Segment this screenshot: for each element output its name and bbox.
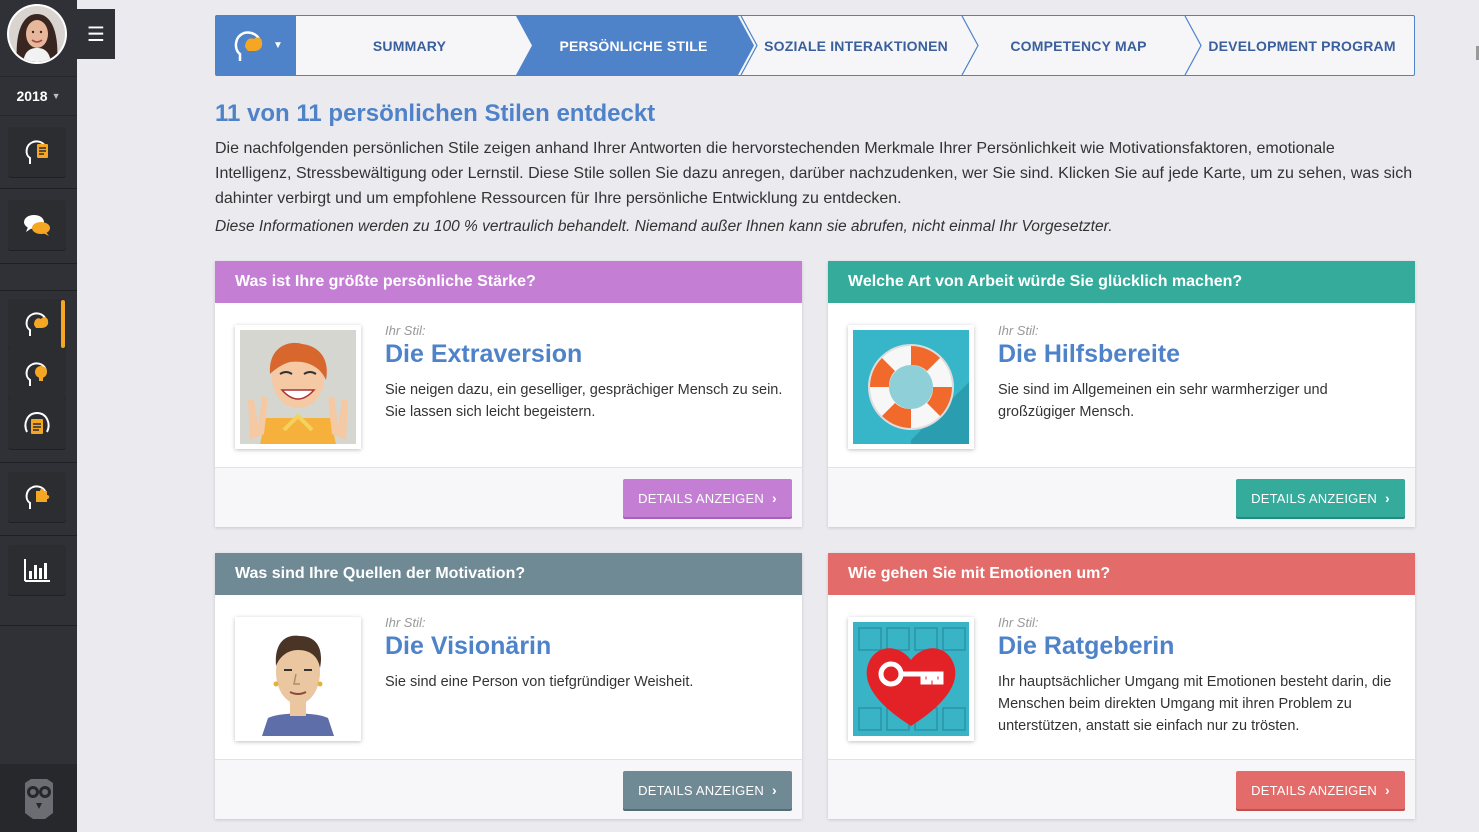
head-strength-icon bbox=[25, 312, 49, 336]
button-label: DETAILS ANZEIGEN bbox=[1251, 782, 1377, 798]
style-description: Sie sind im Allgemeinen ein sehr warmher… bbox=[998, 382, 1328, 420]
card-body: Ihr Stil: Die Extraversion Sie neigen da… bbox=[215, 303, 802, 468]
avatar-photo bbox=[9, 6, 65, 62]
chat-bubbles-icon bbox=[24, 215, 50, 236]
card-illustration bbox=[848, 617, 974, 741]
tab-social-interactions[interactable]: SOZIALE INTERAKTIONEN bbox=[746, 16, 966, 75]
card-body: Ihr Stil: Die Ratgeberin Ihr hauptsächli… bbox=[828, 595, 1415, 760]
owl-logo-icon bbox=[24, 779, 53, 819]
chevron-right-icon: › bbox=[1384, 490, 1390, 506]
card-header: Wie gehen Sie mit Emotionen um? bbox=[828, 553, 1415, 595]
style-title: Die Extraversion bbox=[385, 340, 583, 368]
card-text: Ihr Stil: Die Ratgeberin Ihr hauptsächli… bbox=[998, 615, 1398, 737]
user-avatar[interactable] bbox=[7, 4, 67, 64]
card-illustration bbox=[235, 617, 361, 741]
active-indicator bbox=[61, 300, 65, 348]
card-footer: DETAILS ANZEIGEN › bbox=[828, 468, 1415, 527]
heart-key-illustration bbox=[853, 622, 969, 736]
button-label: DETAILS ANZEIGEN bbox=[638, 782, 764, 798]
intro-section: 11 von 11 persönlichen Stilen entdeckt D… bbox=[215, 100, 1415, 239]
style-label: Ihr Stil: bbox=[385, 615, 426, 630]
assessment-switcher[interactable]: ▼ bbox=[216, 16, 296, 75]
tab-competency-map[interactable]: COMPETENCY MAP bbox=[971, 16, 1186, 75]
card-question: Welche Art von Arbeit würde Sie glücklic… bbox=[848, 273, 1243, 290]
sidebar-item-competency[interactable] bbox=[8, 472, 66, 522]
sidebar-item-assessment[interactable] bbox=[8, 399, 66, 449]
tab-label: DEVELOPMENT PROGRAM bbox=[1208, 37, 1396, 54]
card-illustration bbox=[235, 325, 361, 449]
head-document-icon bbox=[25, 140, 48, 164]
tab-label: SOZIALE INTERAKTIONEN bbox=[764, 37, 948, 54]
visionary-person-illustration bbox=[240, 622, 356, 736]
sidebar-item-chat[interactable] bbox=[8, 200, 66, 250]
style-title: Die Visionärin bbox=[385, 632, 552, 660]
card-illustration bbox=[848, 325, 974, 449]
style-description: Sie sind eine Person von tiefgründiger W… bbox=[385, 674, 694, 690]
card-header: Was ist Ihre größte persönliche Stärke? bbox=[215, 261, 802, 303]
card-footer: DETAILS ANZEIGEN › bbox=[215, 468, 802, 527]
style-card-work[interactable]: Welche Art von Arbeit würde Sie glücklic… bbox=[828, 261, 1415, 527]
privacy-note: Diese Informationen werden zu 100 % vert… bbox=[215, 218, 1113, 235]
card-footer: DETAILS ANZEIGEN › bbox=[828, 760, 1415, 819]
head-lightbulb-icon bbox=[25, 362, 47, 386]
style-title: Die Ratgeberin bbox=[998, 632, 1175, 660]
style-label: Ihr Stil: bbox=[385, 323, 426, 338]
extravert-woman-illustration bbox=[240, 330, 356, 444]
step-navigation: ▼ SUMMARY PERSÖNLICHE STILE SOZIALE INTE… bbox=[215, 15, 1415, 76]
tab-label: PERSÖNLICHE STILE bbox=[559, 37, 708, 54]
button-label: DETAILS ANZEIGEN bbox=[1251, 490, 1377, 506]
card-footer: DETAILS ANZEIGEN › bbox=[215, 760, 802, 819]
card-text: Ihr Stil: Die Visionärin Sie sind eine P… bbox=[385, 615, 785, 693]
style-card-emotions[interactable]: Wie gehen Sie mit Emotionen um? Ihr Stil… bbox=[828, 553, 1415, 819]
card-body: Ihr Stil: Die Hilfsbereite Sie sind im A… bbox=[828, 303, 1415, 468]
head-strength-icon bbox=[234, 30, 263, 61]
caret-down-icon: ▼ bbox=[51, 91, 61, 101]
caret-down-icon: ▼ bbox=[273, 40, 283, 51]
chevron-right-icon: › bbox=[1384, 782, 1390, 798]
head-clipboard-icon bbox=[24, 411, 50, 434]
card-question: Wie gehen Sie mit Emotionen um? bbox=[848, 565, 1111, 582]
tab-label: COMPETENCY MAP bbox=[1010, 37, 1147, 54]
tab-label: SUMMARY bbox=[372, 37, 447, 54]
card-question: Was ist Ihre größte persönliche Stärke? bbox=[235, 273, 536, 290]
bar-chart-icon bbox=[24, 559, 50, 582]
year-selector[interactable]: 2018 ▼ bbox=[0, 76, 77, 116]
card-question: Was sind Ihre Quellen der Motivation? bbox=[235, 565, 526, 582]
chevron-right-icon: › bbox=[771, 782, 777, 798]
sidebar: 2018 ▼ bbox=[0, 0, 77, 832]
details-button[interactable]: DETAILS ANZEIGEN › bbox=[1236, 479, 1405, 517]
intro-paragraph: Die nachfolgenden persönlichen Stile zei… bbox=[215, 140, 1413, 207]
head-puzzle-icon bbox=[25, 485, 50, 509]
card-body: Ihr Stil: Die Visionärin Sie sind eine P… bbox=[215, 595, 802, 760]
sidebar-item-statistics[interactable] bbox=[8, 545, 66, 595]
lifebuoy-illustration bbox=[853, 330, 969, 444]
style-card-strength[interactable]: Was ist Ihre größte persönliche Stärke? … bbox=[215, 261, 802, 527]
sidebar-item-report[interactable] bbox=[8, 127, 66, 177]
style-title: Die Hilfsbereite bbox=[998, 340, 1181, 368]
style-label: Ihr Stil: bbox=[998, 615, 1039, 630]
details-button[interactable]: DETAILS ANZEIGEN › bbox=[1236, 771, 1405, 809]
menu-toggle-button[interactable]: ☰ bbox=[77, 9, 115, 59]
tab-personal-styles[interactable]: PERSÖNLICHE STILE bbox=[526, 16, 741, 75]
style-card-motivation[interactable]: Was sind Ihre Quellen der Motivation? Ih… bbox=[215, 553, 802, 819]
year-label: 2018 bbox=[16, 88, 48, 104]
tab-development-program[interactable]: DEVELOPMENT PROGRAM bbox=[1191, 16, 1413, 75]
page-title: 11 von 11 persönlichen Stilen entdeckt bbox=[215, 100, 656, 127]
hamburger-icon: ☰ bbox=[87, 23, 105, 46]
details-button[interactable]: DETAILS ANZEIGEN › bbox=[623, 479, 792, 517]
card-header: Was sind Ihre Quellen der Motivation? bbox=[215, 553, 802, 595]
style-description: Ihr hauptsächlicher Umgang mit Emotionen… bbox=[998, 674, 1392, 734]
tab-summary[interactable]: SUMMARY bbox=[302, 16, 517, 75]
sidebar-item-ideas[interactable] bbox=[8, 349, 66, 399]
card-text: Ihr Stil: Die Hilfsbereite Sie sind im A… bbox=[998, 323, 1398, 423]
brand-footer bbox=[0, 764, 77, 832]
sidebar-item-personal-styles[interactable] bbox=[8, 299, 66, 349]
style-label: Ihr Stil: bbox=[998, 323, 1039, 338]
card-text: Ihr Stil: Die Extraversion Sie neigen da… bbox=[385, 323, 785, 423]
button-label: DETAILS ANZEIGEN bbox=[638, 490, 764, 506]
card-header: Welche Art von Arbeit würde Sie glücklic… bbox=[828, 261, 1415, 303]
chevron-right-icon: › bbox=[771, 490, 777, 506]
style-description: Sie neigen dazu, ein geselliger, gespräc… bbox=[385, 382, 783, 420]
details-button[interactable]: DETAILS ANZEIGEN › bbox=[623, 771, 792, 809]
